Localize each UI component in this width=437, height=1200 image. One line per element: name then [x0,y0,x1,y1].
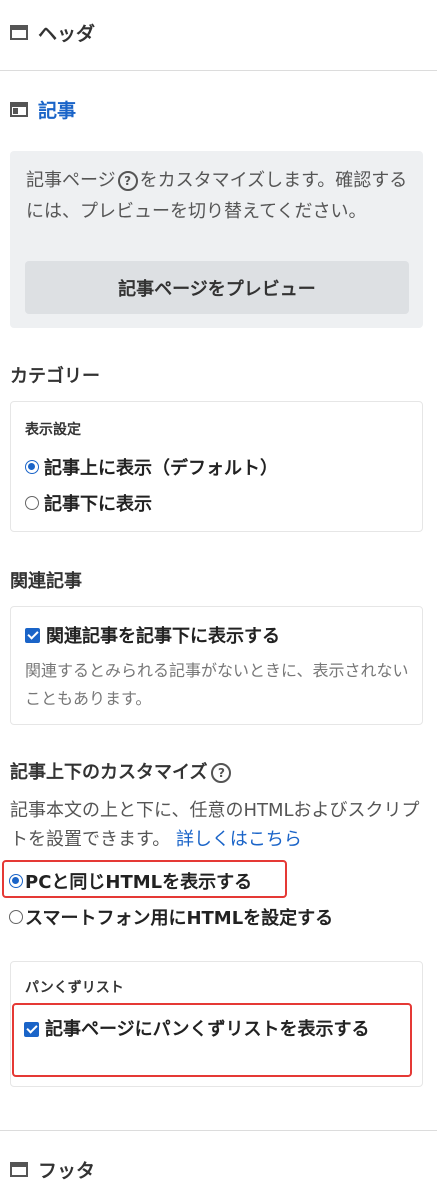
radio-unselected-icon[interactable] [25,496,39,510]
preview-article-button[interactable]: 記事ページをプレビュー [25,261,409,314]
related-checkbox[interactable]: 関連記事を記事下に表示する [25,622,280,648]
checkbox-checked-icon[interactable] [25,627,40,643]
related-note: 関連するとみられる記事がないときに、表示されないこともあります。 [25,661,409,708]
customize-description: 記事本文の上と下に、任意のHTMLおよびスクリプトを設置できます。 詳しくはこち… [10,800,420,850]
article-section[interactable]: 記事 [0,93,437,125]
radio-unselected-icon[interactable] [9,910,23,924]
customize-title: 記事上下のカスタマイズ? [10,758,233,784]
help-icon[interactable]: ? [117,171,138,191]
help-icon[interactable]: ? [211,763,232,783]
radio-selected-icon[interactable] [25,460,39,474]
related-card: 関連記事を記事下に表示する 関連するとみられる記事がないときに、表示されないこと… [10,606,423,725]
category-option-top[interactable]: 記事上に表示（デフォルト） [25,454,278,480]
article-info-text: 記事ページ? をカスタマイズします。確認するには、プレビューを切り替えてください。 [26,170,408,222]
radio-selected-icon[interactable] [9,874,23,888]
checkbox-checked-icon[interactable] [24,1022,39,1037]
breadcrumb-checkbox[interactable]: 記事ページにパンくずリストを表示する [24,1015,404,1044]
category-card: 表示設定 記事上に表示（デフォルト） 記事下に表示 [10,401,423,532]
footer-section-label: フッタ [38,1159,96,1182]
layout-footer-icon [10,1161,28,1177]
related-title: 関連記事 [10,571,82,592]
customize-option-pc[interactable]: PCと同じHTMLを表示する [9,868,252,894]
customize-option-smartphone[interactable]: スマートフォン用にHTMLを設定する [9,904,333,930]
learn-more-link[interactable]: 詳しくはこちら [176,829,302,850]
category-option-bottom[interactable]: 記事下に表示 [25,490,152,516]
header-section-label: ヘッダ [38,22,96,45]
footer-section[interactable]: フッタ [0,1153,437,1185]
header-section[interactable]: ヘッダ [0,16,437,48]
breadcrumb-title: パンくずリスト [25,980,124,996]
category-title: カテゴリー [10,366,100,387]
divider [0,70,437,71]
layout-article-icon [10,101,28,117]
article-section-label: 記事 [38,99,77,122]
divider [0,1130,437,1131]
display-setting-label: 表示設定 [25,422,81,438]
layout-header-icon [10,24,28,40]
